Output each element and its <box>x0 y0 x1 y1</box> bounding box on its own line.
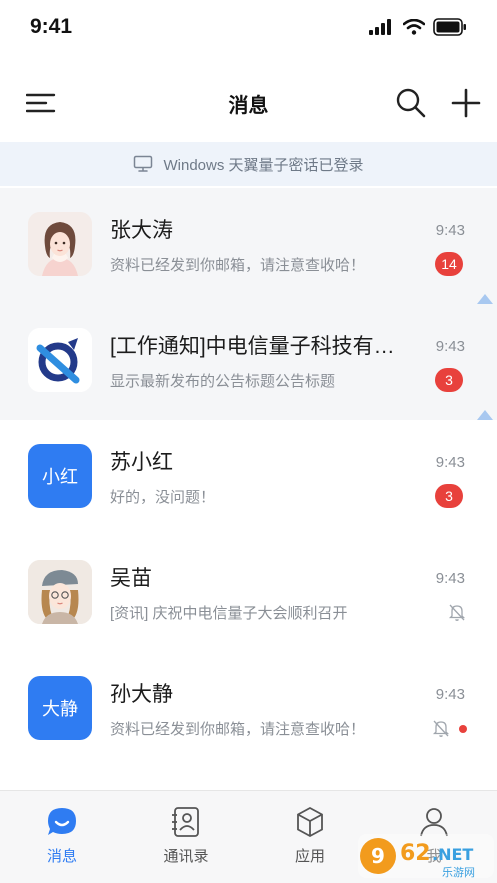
chat-name: [工作通知]中电信量子科技有… <box>110 335 395 358</box>
chat-item[interactable]: 吴苗 [资讯] 庆祝中电信量子大会顺利召开 9:43 <box>0 536 497 652</box>
signal-icon <box>369 19 391 35</box>
tab-label: 应用 <box>294 848 325 865</box>
status-time: 9:41 <box>30 15 73 38</box>
pinned-marker-icon <box>477 294 493 304</box>
avatar <box>28 212 92 276</box>
avatar: 大静 <box>28 676 92 740</box>
chat-item[interactable]: 大静 孙大静 资料已经发到你邮箱，请注意查收哈！ 9:43 <box>0 652 497 768</box>
chat-list: 张大涛 资料已经发到你邮箱，请注意查收哈！ 9:43 14 [工作通知]中电信量… <box>0 188 497 768</box>
chat-name: 吴苗 <box>110 567 152 590</box>
chat-name: 苏小红 <box>110 451 173 474</box>
login-status-banner[interactable]: Windows 天翼量子密话已登录 <box>0 142 497 186</box>
add-button[interactable] <box>450 87 482 119</box>
svg-text:.NET: .NET <box>432 845 473 864</box>
chat-preview: 显示最新发布的公告标题公告标题 <box>110 373 336 390</box>
avatar: 小红 <box>28 444 92 508</box>
tab-label: 消息 <box>46 848 77 865</box>
plus-icon <box>451 88 481 118</box>
page-title: 消息 <box>228 94 269 117</box>
quantum-logo-avatar <box>28 328 92 392</box>
search-icon <box>396 88 426 118</box>
chat-bubble-icon <box>48 808 76 835</box>
status-icons <box>369 18 467 36</box>
chat-time: 9:43 <box>435 686 465 703</box>
svg-text:62: 62 <box>400 841 431 866</box>
chat-item[interactable]: 小红 苏小红 好的，没问题！ 9:43 3 <box>0 420 497 536</box>
status-bar: 9:41 <box>0 0 497 54</box>
unread-badge: 3 <box>435 368 463 392</box>
pinned-marker-icon <box>477 410 493 420</box>
tab-apps[interactable]: 应用 <box>248 791 372 883</box>
menu-icon <box>25 93 56 113</box>
chat-time: 9:43 <box>435 222 465 239</box>
menu-button[interactable] <box>25 90 56 116</box>
desktop-icon <box>134 155 153 172</box>
unread-dot <box>459 725 467 733</box>
chat-time: 9:43 <box>435 338 465 355</box>
avatar <box>28 560 92 624</box>
unread-badge: 3 <box>435 484 463 508</box>
chat-time: 9:43 <box>435 454 465 471</box>
svg-text:9: 9 <box>371 844 385 868</box>
chat-preview: 资料已经发到你邮箱，请注意查收哈！ <box>110 721 366 738</box>
nav-bar: 消息 <box>0 74 497 132</box>
chat-item[interactable]: 张大涛 资料已经发到你邮箱，请注意查收哈！ 9:43 14 <box>0 188 497 304</box>
chat-preview: 资料已经发到你邮箱，请注意查收哈！ <box>110 257 366 274</box>
chat-name: 孙大静 <box>110 683 173 706</box>
tab-messages[interactable]: 消息 <box>0 791 124 883</box>
login-status-text: Windows 天翼量子密话已登录 <box>163 156 364 174</box>
tab-contacts[interactable]: 通讯录 <box>124 791 248 883</box>
watermark-logo: 9 62 .NET 乐游网 <box>355 828 497 883</box>
watermark-962-logo: 9 62 .NET 乐游网 <box>358 833 494 879</box>
wifi-icon <box>403 19 425 35</box>
mute-bell-icon <box>432 720 450 737</box>
chat-preview: 好的，没问题！ <box>110 489 216 506</box>
contacts-icon <box>172 807 199 837</box>
woman-portrait-avatar <box>28 212 92 276</box>
avatar <box>28 328 92 392</box>
search-button[interactable] <box>395 87 427 119</box>
battery-icon <box>433 18 466 36</box>
chat-name: 张大涛 <box>110 219 173 242</box>
svg-text:乐游网: 乐游网 <box>442 866 475 879</box>
chat-time: 9:43 <box>435 570 465 587</box>
mute-bell-icon <box>448 604 466 621</box>
chat-item[interactable]: [工作通知]中电信量子科技有… 显示最新发布的公告标题公告标题 9:43 3 <box>0 304 497 420</box>
cube-icon <box>297 806 323 838</box>
chat-preview: [资讯] 庆祝中电信量子大会顺利召开 <box>110 605 348 622</box>
tab-label: 通讯录 <box>163 848 209 865</box>
unread-badge: 14 <box>435 252 463 276</box>
girl-portrait-avatar <box>28 560 92 624</box>
